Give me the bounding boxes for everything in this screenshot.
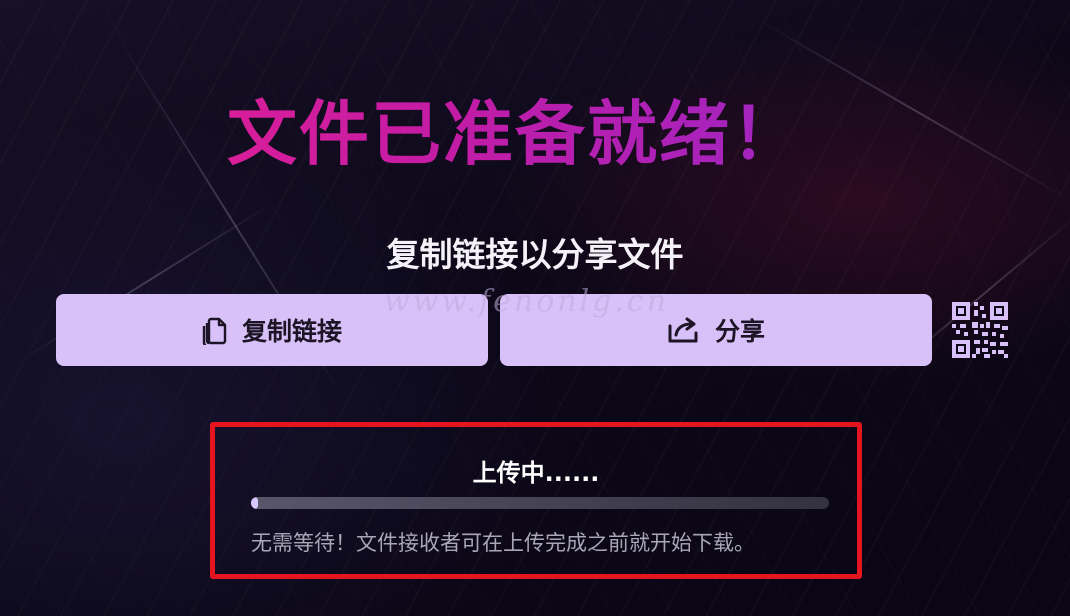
upload-progress-bar bbox=[251, 497, 829, 509]
copy-icon bbox=[202, 315, 228, 345]
share-label: 分享 bbox=[714, 318, 765, 346]
upload-progress-fill bbox=[251, 497, 258, 509]
qr-code-icon[interactable] bbox=[952, 302, 1008, 358]
copy-link-button[interactable]: 复制链接 bbox=[56, 294, 488, 366]
copy-link-label: 复制链接 bbox=[241, 318, 342, 346]
share-icon bbox=[667, 316, 701, 344]
share-button[interactable]: 分享 bbox=[500, 294, 932, 366]
upload-status-text: 上传中...... bbox=[472, 459, 600, 487]
upload-note: 无需等待！文件接收者可在上传完成之前就开始下载。 bbox=[251, 531, 755, 555]
page-title: 文件已准备就绪！ bbox=[0, 78, 1030, 179]
upload-status-panel: 上传中...... 无需等待！文件接收者可在上传完成之前就开始下载。 bbox=[210, 422, 862, 579]
page-subtitle: 复制链接以分享文件 bbox=[386, 235, 684, 274]
